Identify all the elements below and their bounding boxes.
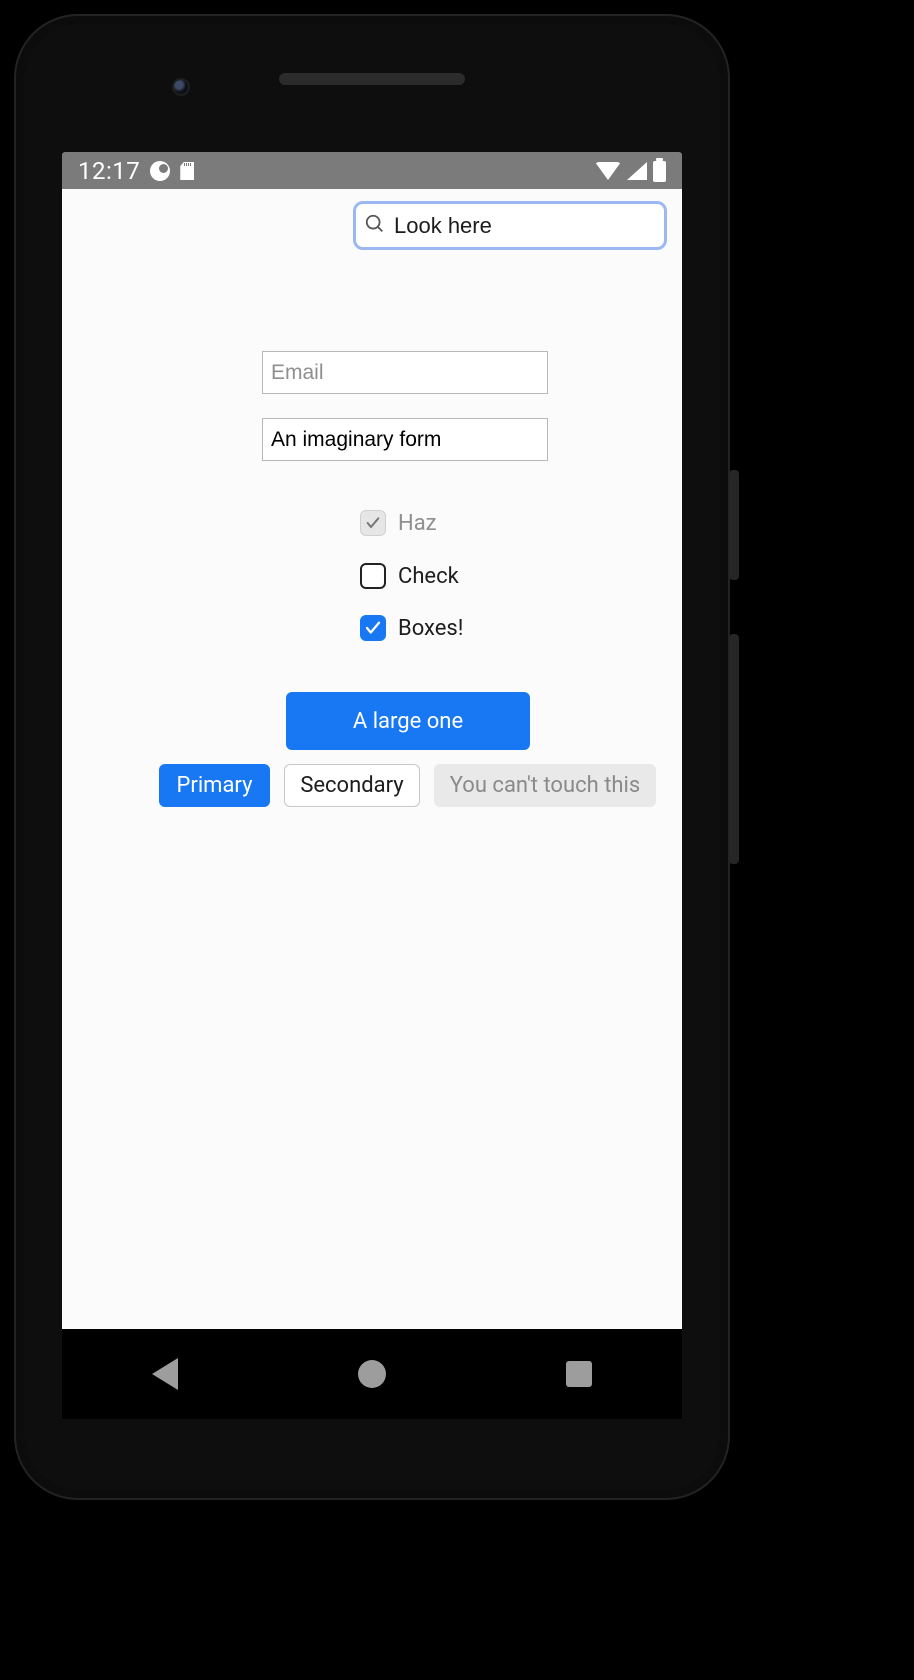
nav-home-icon[interactable] bbox=[358, 1360, 386, 1388]
email-field[interactable] bbox=[262, 351, 548, 394]
checkbox-label: Haz bbox=[398, 511, 437, 536]
power-button[interactable] bbox=[729, 470, 739, 580]
sd-card-icon bbox=[180, 162, 194, 180]
checkbox-haz: Haz bbox=[360, 510, 437, 536]
status-bar: 12:17 bbox=[62, 152, 682, 190]
search-input[interactable] bbox=[386, 212, 682, 240]
battery-icon bbox=[653, 161, 666, 182]
disabled-button: You can't touch this bbox=[434, 764, 656, 807]
checkbox-box-checked[interactable] bbox=[360, 615, 386, 641]
large-button[interactable]: A large one bbox=[286, 692, 530, 750]
volume-button[interactable] bbox=[729, 634, 739, 864]
front-camera bbox=[172, 78, 190, 96]
checkbox-label: Check bbox=[398, 564, 459, 589]
nav-back-icon[interactable] bbox=[152, 1358, 178, 1390]
clock: 12:17 bbox=[78, 157, 140, 185]
app-screen: Haz Check Boxes! A large one Primary Sec… bbox=[62, 189, 682, 1329]
search-field-wrap bbox=[353, 201, 667, 250]
nav-bar bbox=[62, 1329, 682, 1419]
nav-recent-icon[interactable] bbox=[566, 1361, 592, 1387]
speaker-grill bbox=[279, 73, 465, 85]
secondary-button[interactable]: Secondary bbox=[284, 764, 420, 807]
device-inner: 12:17 bbox=[24, 24, 720, 1490]
checkbox-boxes[interactable]: Boxes! bbox=[360, 615, 463, 641]
device-frame: 12:17 bbox=[14, 14, 730, 1500]
checkbox-label: Boxes! bbox=[398, 616, 463, 641]
checkbox-box-disabled bbox=[360, 510, 386, 536]
wifi-icon bbox=[595, 162, 621, 180]
earpiece bbox=[172, 58, 572, 100]
checkbox-check[interactable]: Check bbox=[360, 563, 459, 589]
primary-button[interactable]: Primary bbox=[159, 764, 270, 807]
checkbox-box-empty[interactable] bbox=[360, 563, 386, 589]
signal-icon bbox=[627, 162, 647, 180]
description-field[interactable] bbox=[262, 418, 548, 461]
notification-icon bbox=[150, 161, 170, 181]
search-icon bbox=[364, 213, 386, 239]
